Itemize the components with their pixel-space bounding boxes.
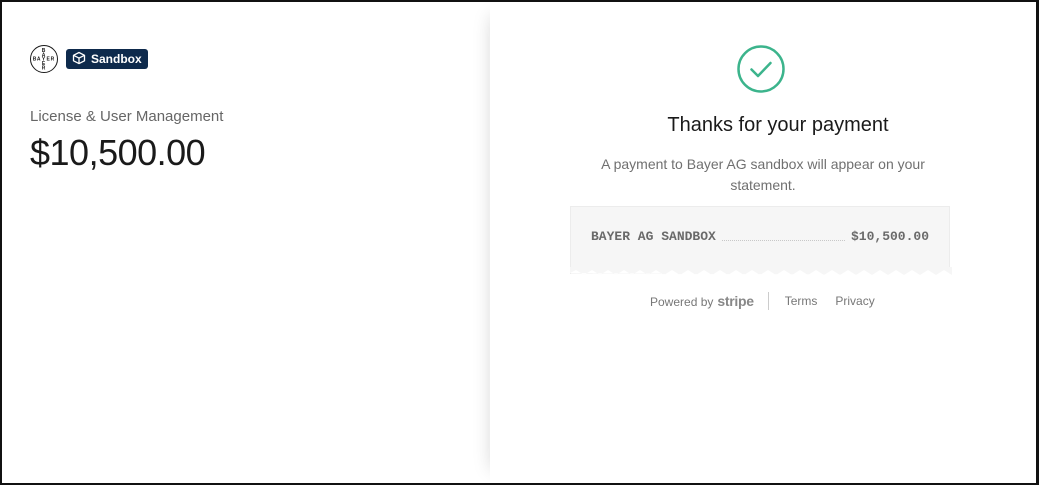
svg-text:R: R: [42, 66, 46, 72]
receipt-leader-dots: [721, 232, 845, 241]
footer-divider: [767, 292, 769, 310]
svg-text:R: R: [51, 57, 55, 63]
statement-receipt: BAYER AG SANDBOX $10,500.00: [570, 206, 952, 275]
checkout-frame: B A B A Y E R E R Sandbox License & User…: [0, 0, 1039, 485]
powered-by-label: Powered by: [650, 295, 714, 309]
confirmation-title: Thanks for your payment: [667, 114, 889, 136]
terms-link[interactable]: Terms: [785, 294, 818, 308]
receipt-torn-edge: [570, 267, 952, 275]
product-name: License & User Management: [30, 108, 224, 125]
svg-text:A: A: [37, 57, 41, 63]
cube-icon: [72, 51, 86, 68]
order-summary-panel: B A B A Y E R E R Sandbox License & User…: [2, 2, 490, 483]
confirmation-panel: Thanks for your payment A payment to Bay…: [490, 2, 1036, 483]
order-amount: $10,500.00: [30, 132, 206, 173]
merchant-header: B A B A Y E R E R Sandbox: [30, 45, 148, 73]
privacy-link[interactable]: Privacy: [835, 294, 874, 308]
receipt-amount: $10,500.00: [850, 229, 929, 244]
powered-by-stripe[interactable]: Powered by stripe: [650, 293, 754, 309]
stripe-logo: stripe: [717, 293, 754, 309]
check-circle-icon: [737, 45, 785, 93]
sandbox-badge-label: Sandbox: [91, 52, 142, 66]
bayer-logo: B A B A Y E R E R: [30, 45, 58, 73]
checkout-footer: Powered by stripe Terms Privacy: [650, 292, 893, 310]
confirmation-message: A payment to Bayer AG sandbox will appea…: [601, 156, 925, 193]
receipt-line: BAYER AG SANDBOX $10,500.00: [591, 229, 929, 244]
sandbox-badge: Sandbox: [66, 49, 148, 69]
receipt-descriptor: BAYER AG SANDBOX: [591, 229, 716, 244]
